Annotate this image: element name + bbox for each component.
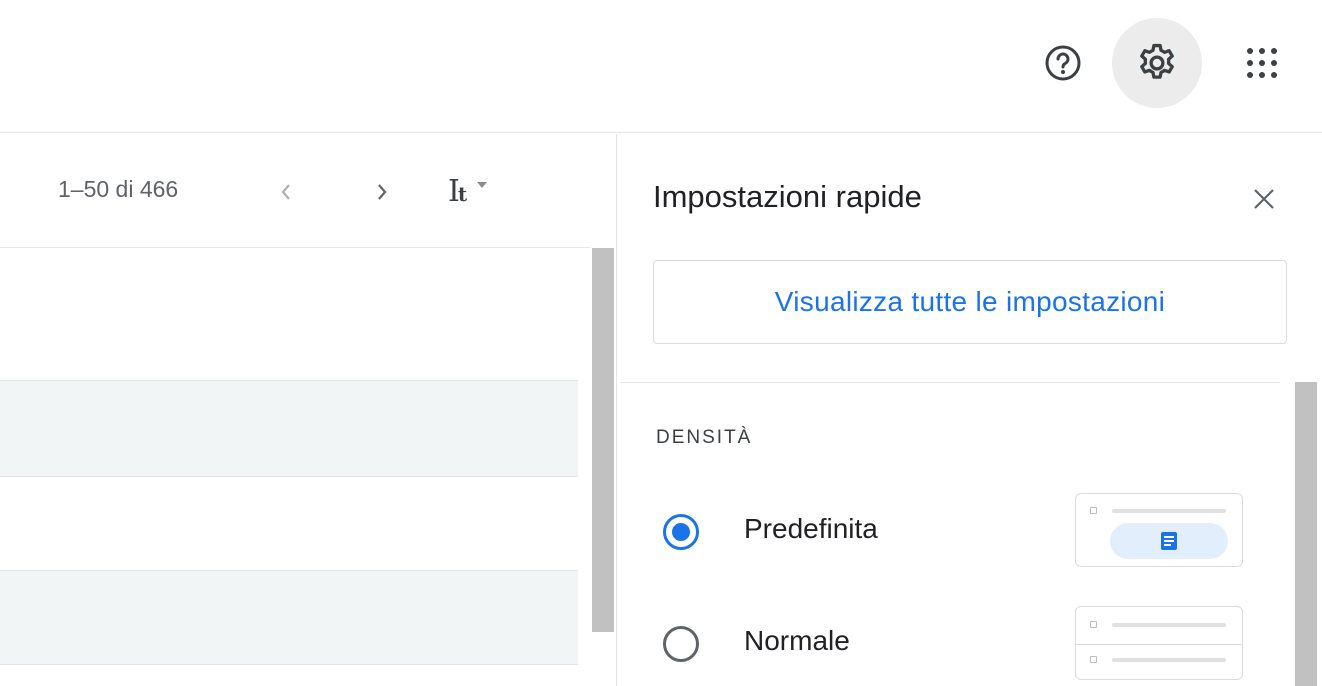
density-preview-predefinita[interactable]	[1075, 493, 1243, 567]
help-circle-icon	[1045, 45, 1081, 81]
view-all-settings-button[interactable]: Visualizza tutte le impostazioni	[653, 260, 1287, 344]
radio-normale[interactable]	[663, 626, 699, 662]
pagination-text: 1–50 di 466	[58, 176, 179, 202]
preview-divider	[1076, 644, 1242, 645]
apps-button[interactable]	[1217, 18, 1307, 108]
newer-page-button[interactable]	[364, 170, 400, 214]
settings-button[interactable]	[1112, 18, 1202, 108]
chevron-left-icon	[281, 184, 290, 200]
panel-divider	[620, 382, 1280, 383]
panel-title: Impostazioni rapide	[653, 179, 922, 214]
radio-label-normale: Normale	[744, 625, 850, 656]
text-size-button[interactable]: It	[448, 168, 532, 214]
checkbox-icon	[1090, 621, 1097, 628]
list-item[interactable]	[0, 249, 578, 381]
radio-label-predefinita: Predefinita	[744, 513, 878, 544]
preview-line	[1112, 623, 1226, 627]
document-icon	[1161, 532, 1177, 550]
text-size-icon: It	[448, 173, 467, 209]
caret-down-icon	[477, 182, 488, 188]
list-item[interactable]	[0, 571, 578, 665]
list-item[interactable]	[0, 381, 578, 477]
older-page-button[interactable]	[268, 170, 304, 214]
preview-line	[1112, 658, 1226, 662]
chevron-right-icon	[378, 184, 387, 200]
density-heading: DENSITÀ	[656, 427, 753, 448]
panel-scrollbar-thumb[interactable]	[1295, 382, 1317, 686]
preview-pill	[1110, 523, 1228, 559]
close-icon	[1254, 189, 1274, 209]
close-panel-button[interactable]	[1240, 175, 1288, 223]
view-all-settings-label: Visualizza tutte le impostazioni	[774, 286, 1166, 317]
help-button[interactable]	[1018, 18, 1108, 108]
quick-settings-panel	[616, 134, 1322, 686]
checkbox-icon	[1090, 507, 1097, 514]
list-scrollbar-thumb[interactable]	[592, 248, 614, 632]
preview-line	[1112, 509, 1226, 513]
list-item[interactable]	[0, 477, 578, 571]
density-preview-normale[interactable]	[1075, 606, 1243, 680]
apps-grid-icon	[1247, 48, 1277, 78]
radio-predefinita[interactable]	[663, 514, 699, 550]
checkbox-icon	[1090, 656, 1097, 663]
gear-icon	[1140, 43, 1174, 79]
